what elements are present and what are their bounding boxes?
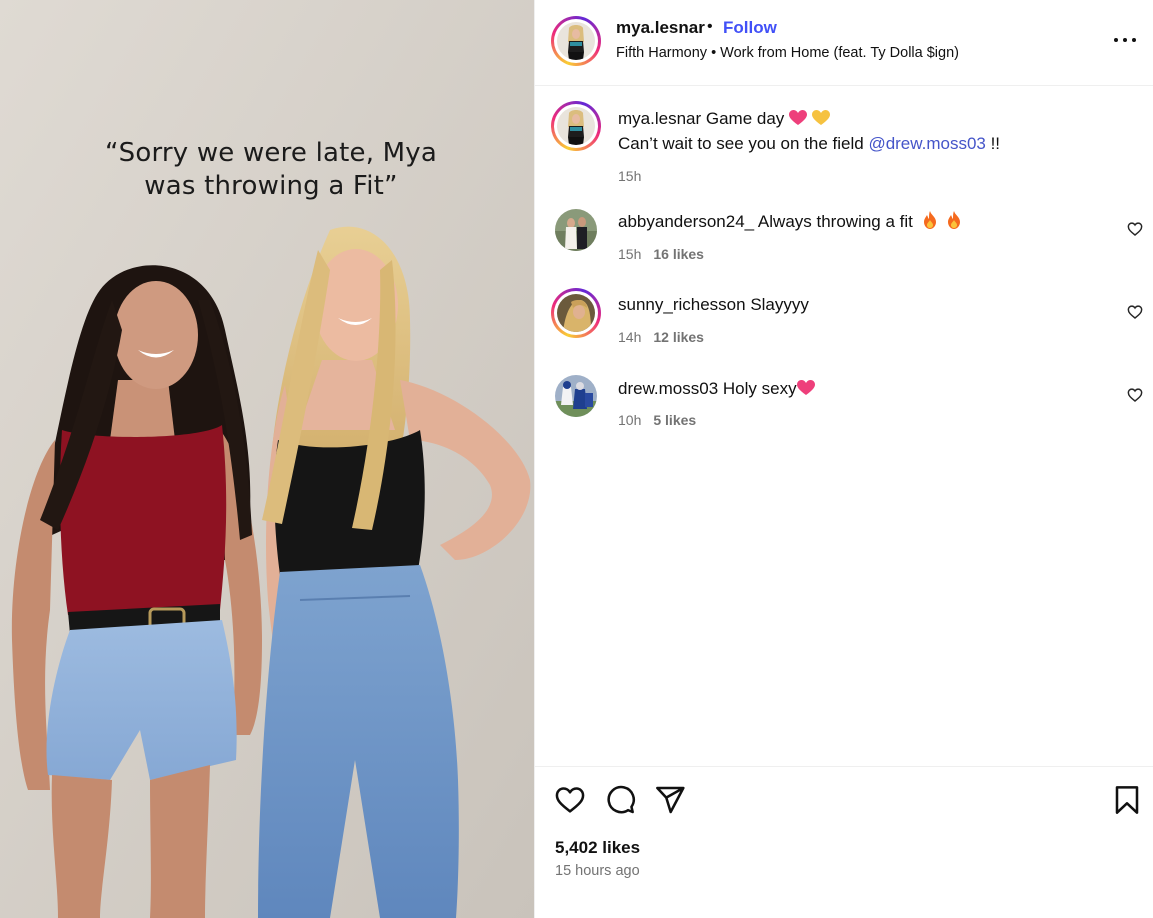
commenter-avatar[interactable] (555, 375, 597, 417)
caption-author-avatar[interactable] (551, 101, 601, 151)
yellow-heart-icon (811, 110, 830, 132)
caption-avatar-image (557, 107, 595, 145)
caption-time: 15h (618, 168, 642, 184)
header-separator: • (707, 18, 713, 35)
comment-text: Slayyyy (750, 295, 809, 314)
pink-heart-icon (789, 110, 808, 132)
overlay-line-1: “Sorry we were late, Mya (104, 138, 438, 168)
caption-username[interactable]: mya.lesnar (618, 109, 701, 128)
comment-username[interactable]: abbyanderson24_ (618, 212, 754, 231)
comment-time: 14h (618, 329, 642, 345)
overlay-line-2: was throwing a Fit” (144, 171, 398, 201)
post-caption: mya.lesnar Game day Can’t wait to see yo… (618, 108, 1138, 184)
caption-line-1: Game day (705, 109, 785, 128)
send-icon[interactable] (654, 784, 686, 816)
audio-track-link[interactable]: Fifth Harmony • Work from Home (feat. Ty… (616, 45, 959, 61)
author-avatar[interactable] (551, 16, 601, 66)
pink-heart-icon (796, 380, 815, 402)
post-details-panel: mya.lesnar • Follow Fifth Harmony • Work… (534, 0, 1153, 918)
commenter-avatar[interactable] (551, 288, 601, 338)
commenter-avatar[interactable] (555, 209, 597, 251)
follow-button[interactable]: Follow (723, 18, 777, 38)
post-header: mya.lesnar • Follow Fifth Harmony • Work… (535, 0, 1153, 86)
comment-like-heart-icon[interactable] (1127, 387, 1143, 403)
caption-line-2-prefix: Can’t wait to see you on the field (618, 134, 869, 153)
commenter-avatar-image (557, 294, 595, 332)
fire-icon (946, 211, 962, 235)
heart-icon[interactable] (554, 784, 586, 816)
comment-like-heart-icon[interactable] (1127, 221, 1143, 237)
commenter-avatar-image (555, 375, 597, 417)
comment-likes[interactable]: 16 likes (653, 246, 704, 262)
author-username[interactable]: mya.lesnar (616, 18, 705, 38)
more-options-icon[interactable] (1113, 28, 1137, 52)
caption-mention-link[interactable]: @drew.moss03 (868, 134, 985, 153)
post-likes-count[interactable]: 5,402 likes (555, 838, 640, 858)
comment-likes[interactable]: 5 likes (653, 412, 696, 428)
commenter-avatar-image (555, 209, 597, 251)
post-actions: 5,402 likes 15 hours ago (535, 766, 1153, 918)
author-avatar-image (557, 22, 595, 60)
comment-username[interactable]: sunny_richesson (618, 295, 746, 314)
comment-time: 10h (618, 412, 642, 428)
bookmark-icon[interactable] (1111, 784, 1143, 816)
comment-username[interactable]: drew.moss03 (618, 379, 718, 398)
caption-line-2-suffix: !! (985, 134, 1001, 153)
comment-time: 15h (618, 246, 642, 262)
comment-like-heart-icon[interactable] (1127, 304, 1143, 320)
comment-text: Always throwing a fit (757, 212, 913, 231)
comment-likes[interactable]: 12 likes (653, 329, 704, 345)
fire-icon (922, 211, 938, 235)
post-timestamp: 15 hours ago (555, 863, 640, 879)
comment-icon[interactable] (604, 784, 636, 816)
post-image[interactable]: “Sorry we were late, Mya was throwing a … (0, 0, 534, 918)
comment-text: Holy sexy (722, 379, 797, 398)
image-text-overlay: “Sorry we were late, Mya was throwing a … (0, 137, 534, 203)
